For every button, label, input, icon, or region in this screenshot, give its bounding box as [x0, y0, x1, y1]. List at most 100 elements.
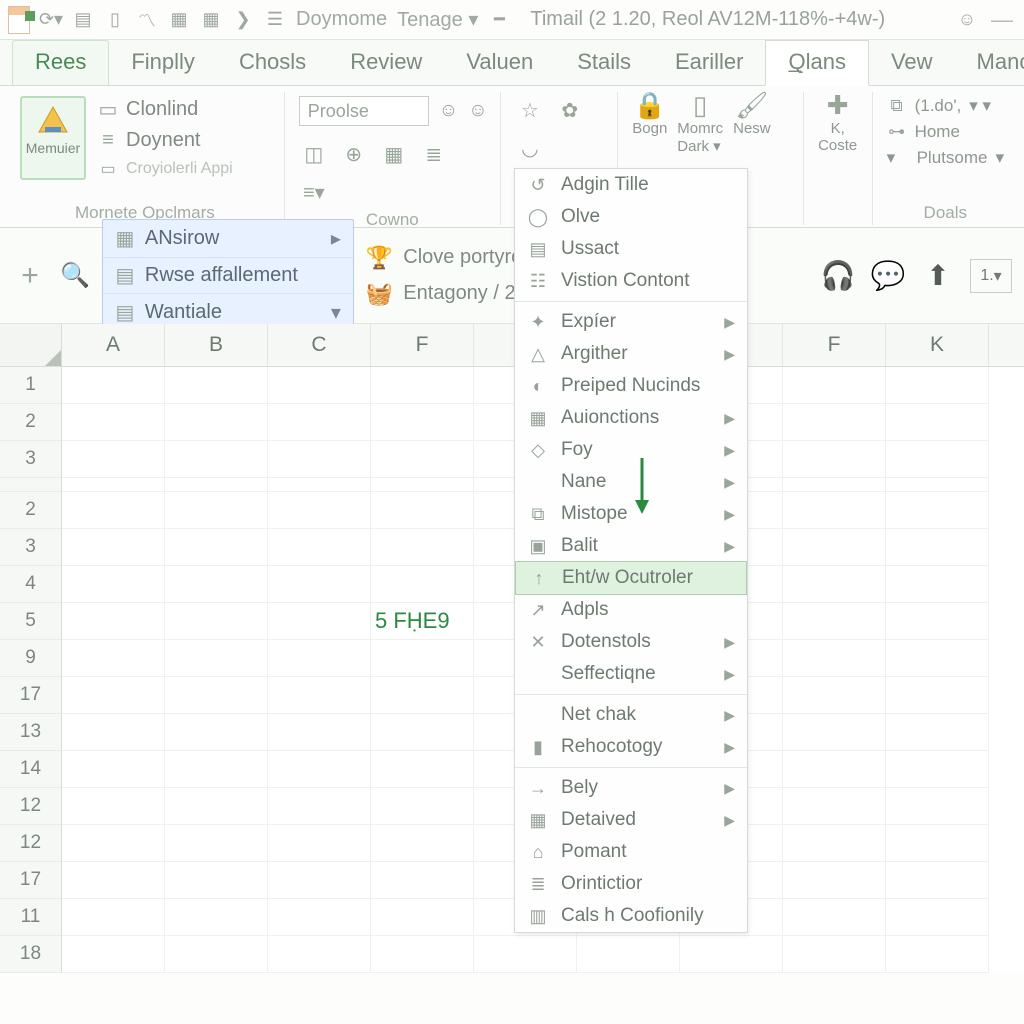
- cell[interactable]: [165, 441, 268, 478]
- cell[interactable]: [783, 788, 886, 825]
- add-sheet-button[interactable]: +: [12, 259, 48, 293]
- user-icon[interactable]: ☺: [956, 9, 978, 31]
- menu-vistion-contont[interactable]: ☷Vistion Contont: [515, 265, 747, 297]
- cell[interactable]: [268, 751, 371, 788]
- cell[interactable]: [886, 714, 989, 751]
- menu-seffectiqne[interactable]: Seffectiqne▶: [515, 658, 747, 690]
- cell[interactable]: [268, 677, 371, 714]
- cell[interactable]: [886, 478, 989, 492]
- home-button[interactable]: ⊶Home: [887, 122, 1004, 142]
- grid2-icon[interactable]: ▦: [200, 9, 222, 31]
- col-header-A[interactable]: A: [62, 324, 165, 366]
- cell[interactable]: [62, 788, 165, 825]
- menu-eht-w-ocutroler[interactable]: ↑Eht/w Ocutroler: [515, 561, 747, 595]
- cell[interactable]: [783, 714, 886, 751]
- qa-label-2[interactable]: Tenage ▾: [397, 7, 478, 32]
- cell[interactable]: [268, 478, 371, 492]
- cell[interactable]: [165, 367, 268, 404]
- menu-bely[interactable]: →Bely▶: [515, 772, 747, 804]
- row-header[interactable]: 3: [0, 441, 62, 478]
- cell[interactable]: [268, 367, 371, 404]
- menu-adgin-tille[interactable]: ↺Adgin Tille: [515, 169, 747, 201]
- menu-net-chak[interactable]: Net chak▶: [515, 699, 747, 731]
- device-icon[interactable]: ▯: [104, 9, 126, 31]
- cell[interactable]: [371, 677, 474, 714]
- cell[interactable]: [886, 492, 989, 529]
- page-icon[interactable]: ▯: [690, 96, 710, 114]
- tab-rees[interactable]: Rees: [12, 40, 109, 85]
- cell[interactable]: [268, 441, 371, 478]
- cell[interactable]: [886, 862, 989, 899]
- cell[interactable]: [371, 751, 474, 788]
- cell[interactable]: [783, 478, 886, 492]
- cell[interactable]: [268, 640, 371, 677]
- dp-ansirow[interactable]: ▦ANsirow▸: [103, 220, 353, 258]
- cell[interactable]: [783, 825, 886, 862]
- list-icon[interactable]: ☰: [264, 9, 286, 31]
- calendar-icon[interactable]: [8, 9, 30, 31]
- cell[interactable]: [62, 936, 165, 973]
- cell[interactable]: [886, 677, 989, 714]
- grid-icon[interactable]: ▦: [168, 9, 190, 31]
- cell[interactable]: [783, 441, 886, 478]
- ldo-button[interactable]: ⧉(1.do', ▾ ▾: [887, 96, 1004, 116]
- cell[interactable]: [371, 788, 474, 825]
- cell[interactable]: [62, 640, 165, 677]
- cell[interactable]: [886, 603, 989, 640]
- cell[interactable]: [165, 404, 268, 441]
- save-icon[interactable]: ▤: [72, 9, 94, 31]
- dp-rwse[interactable]: ▤Rwse affallement: [103, 258, 353, 294]
- menu-foy[interactable]: ◇Foy▶: [515, 434, 747, 466]
- tab-stails[interactable]: Stails: [555, 41, 653, 85]
- cell[interactable]: [474, 936, 577, 973]
- cell[interactable]: [886, 899, 989, 936]
- cell[interactable]: [886, 529, 989, 566]
- menu-dotenstols[interactable]: ✕Dotenstols▶: [515, 626, 747, 658]
- bullets-icon[interactable]: ≣: [419, 140, 449, 168]
- cell[interactable]: [371, 367, 474, 404]
- row-header[interactable]: [0, 478, 62, 492]
- row-header[interactable]: 17: [0, 862, 62, 899]
- globe-icon[interactable]: ⊕: [339, 140, 369, 168]
- cell[interactable]: [165, 529, 268, 566]
- cell[interactable]: [783, 566, 886, 603]
- row-header[interactable]: 17: [0, 677, 62, 714]
- menu-nane[interactable]: Nane▶: [515, 466, 747, 498]
- cell[interactable]: [62, 862, 165, 899]
- row-header[interactable]: 12: [0, 825, 62, 862]
- row-header[interactable]: 1: [0, 367, 62, 404]
- cell[interactable]: [886, 367, 989, 404]
- cell[interactable]: [165, 936, 268, 973]
- cell[interactable]: [886, 566, 989, 603]
- box-button[interactable]: 1.▾: [970, 259, 1012, 293]
- cell[interactable]: [783, 404, 886, 441]
- search-button[interactable]: 🔍: [60, 261, 90, 290]
- cell[interactable]: [268, 566, 371, 603]
- cell[interactable]: [165, 492, 268, 529]
- tab-mancher[interactable]: Mancher: [955, 41, 1024, 85]
- col-header-B[interactable]: B: [165, 324, 268, 366]
- col-header-F[interactable]: F: [783, 324, 886, 366]
- cell[interactable]: [62, 714, 165, 751]
- cell[interactable]: [62, 603, 165, 640]
- row-header[interactable]: 2: [0, 404, 62, 441]
- cell[interactable]: [371, 714, 474, 751]
- menu-detaived[interactable]: ▦Detaived▶: [515, 804, 747, 836]
- cell[interactable]: [268, 899, 371, 936]
- row-header[interactable]: 18: [0, 936, 62, 973]
- tab-chosls[interactable]: Chosls: [217, 41, 328, 85]
- cell[interactable]: [62, 677, 165, 714]
- cell[interactable]: [371, 478, 474, 492]
- k-label[interactable]: K,Coste: [818, 120, 857, 154]
- menu-exp-er[interactable]: ✦Expíer▶: [515, 306, 747, 338]
- menu-pomant[interactable]: ⌂Pomant: [515, 836, 747, 868]
- cell[interactable]: [62, 566, 165, 603]
- cell[interactable]: [886, 825, 989, 862]
- menu-auionctions[interactable]: ▦Auionctions▶: [515, 402, 747, 434]
- chat-icon[interactable]: 💬: [870, 261, 906, 291]
- cell[interactable]: [165, 788, 268, 825]
- col-header-K[interactable]: K: [886, 324, 989, 366]
- cell[interactable]: [783, 899, 886, 936]
- momrc-label[interactable]: MomrcDark ▾: [677, 120, 723, 155]
- col-header-F[interactable]: F: [371, 324, 474, 366]
